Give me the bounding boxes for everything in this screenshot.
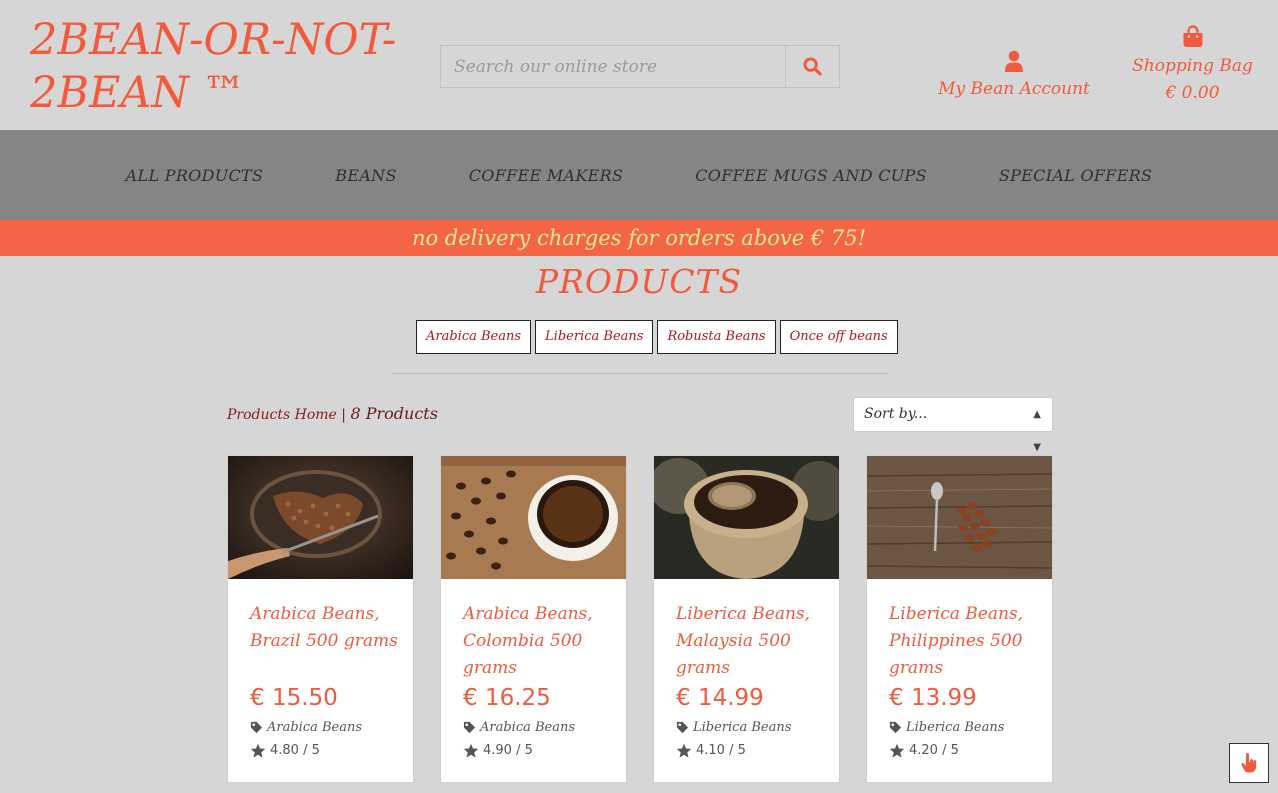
product-category-label: Liberica Beans [906, 720, 1005, 735]
product-price: € 14.99 [676, 685, 764, 711]
breadcrumb: Products Home | 8 Products [227, 404, 438, 423]
breadcrumb-separator: | [336, 407, 351, 423]
brand-logo[interactable]: 2BEAN-OR-NOT- 2BEAN ™ [30, 14, 400, 120]
back-to-top-button[interactable] [1229, 743, 1269, 783]
user-icon [1005, 50, 1023, 72]
product-price: € 13.99 [889, 685, 977, 711]
star-icon [676, 743, 692, 758]
product-rating: 4.10 / 5 [676, 743, 839, 758]
header: 2BEAN-OR-NOT- 2BEAN ™ My Bean Account Sh… [0, 0, 1278, 130]
product-card[interactable]: Arabica Beans, Colombia 500 grams € 16.2… [440, 455, 627, 783]
breadcrumb-products-home[interactable]: Products Home [227, 407, 337, 423]
shopping-bag-total: € 0.00 [1165, 83, 1220, 103]
product-rating: 4.80 / 5 [250, 743, 413, 758]
search-form [440, 45, 840, 88]
brand-line-2: 2BEAN ™ [30, 68, 246, 118]
product-category[interactable]: Liberica Beans [889, 720, 1052, 735]
product-rating-value: 4.20 / 5 [909, 743, 959, 758]
nav-coffee-makers[interactable]: COFFEE MAKERS [469, 166, 624, 185]
pointing-hand-icon [1241, 753, 1257, 773]
page-title: PRODUCTS [535, 262, 743, 301]
star-icon [889, 743, 905, 758]
product-price: € 16.25 [463, 685, 551, 711]
nav-all-products[interactable]: ALL PRODUCTS [126, 166, 264, 185]
product-rating-value: 4.90 / 5 [483, 743, 533, 758]
product-category[interactable]: Arabica Beans [250, 720, 413, 735]
product-category-label: Arabica Beans [480, 720, 576, 735]
category-liberica-beans[interactable]: Liberica Beans [535, 320, 654, 354]
tag-icon [250, 721, 263, 734]
star-icon [463, 743, 479, 758]
product-name[interactable]: Arabica Beans, Brazil 500 grams [250, 601, 410, 682]
product-name[interactable]: Arabica Beans, Colombia 500 grams [463, 601, 623, 682]
nav-beans[interactable]: BEANS [335, 166, 396, 185]
main-nav: ALL PRODUCTS BEANS COFFEE MAKERS COFFEE … [0, 130, 1278, 220]
product-image[interactable] [654, 456, 839, 579]
product-category[interactable]: Liberica Beans [676, 720, 839, 735]
shopping-bag-label: Shopping Bag [1132, 56, 1253, 76]
product-category-label: Arabica Beans [267, 720, 363, 735]
shopping-bag-icon [1183, 25, 1202, 47]
product-image[interactable] [441, 456, 626, 579]
product-image[interactable] [228, 456, 413, 579]
category-robusta-beans[interactable]: Robusta Beans [657, 320, 776, 354]
account-link[interactable]: My Bean Account [930, 50, 1098, 103]
nav-special-offers[interactable]: SPECIAL OFFERS [999, 166, 1152, 185]
product-price: € 15.50 [250, 685, 338, 711]
divider [391, 373, 888, 374]
product-category[interactable]: Arabica Beans [463, 720, 626, 735]
nav-coffee-mugs-and-cups[interactable]: COFFEE MUGS AND CUPS [695, 166, 927, 185]
search-icon [803, 57, 822, 76]
product-card[interactable]: Liberica Beans, Philippines 500 grams € … [866, 455, 1053, 783]
search-button[interactable] [785, 45, 840, 88]
sort-select-label: Sort by... [864, 406, 928, 422]
product-category-label: Liberica Beans [693, 720, 792, 735]
product-rating: 4.90 / 5 [463, 743, 626, 758]
category-once-off-beans[interactable]: Once off beans [779, 320, 898, 354]
tag-icon [889, 721, 902, 734]
product-name[interactable]: Liberica Beans, Philippines 500 grams [889, 601, 1049, 682]
category-filters: Arabica Beans Liberica Beans Robusta Bea… [416, 320, 902, 354]
product-rating-value: 4.80 / 5 [270, 743, 320, 758]
category-arabica-beans[interactable]: Arabica Beans [416, 320, 532, 354]
product-card[interactable]: Liberica Beans, Malaysia 500 grams € 14.… [653, 455, 840, 783]
product-rating-value: 4.10 / 5 [696, 743, 746, 758]
sort-select[interactable]: Sort by... ▲ ▼ [853, 397, 1053, 453]
delivery-promo-banner: no delivery charges for orders above € 7… [0, 220, 1278, 256]
tag-icon [676, 721, 689, 734]
tag-icon [463, 721, 476, 734]
product-image[interactable] [867, 456, 1052, 579]
search-input[interactable] [440, 45, 785, 88]
product-name[interactable]: Liberica Beans, Malaysia 500 grams [676, 601, 836, 682]
product-card[interactable]: Arabica Beans, Brazil 500 grams € 15.50 … [227, 455, 414, 783]
product-rating: 4.20 / 5 [889, 743, 1052, 758]
brand-line-1: 2BEAN-OR-NOT- [30, 15, 397, 65]
product-count: 8 Products [350, 404, 438, 423]
shopping-bag-link[interactable]: Shopping Bag € 0.00 [1120, 25, 1265, 107]
account-label: My Bean Account [938, 79, 1090, 99]
star-icon [250, 743, 266, 758]
